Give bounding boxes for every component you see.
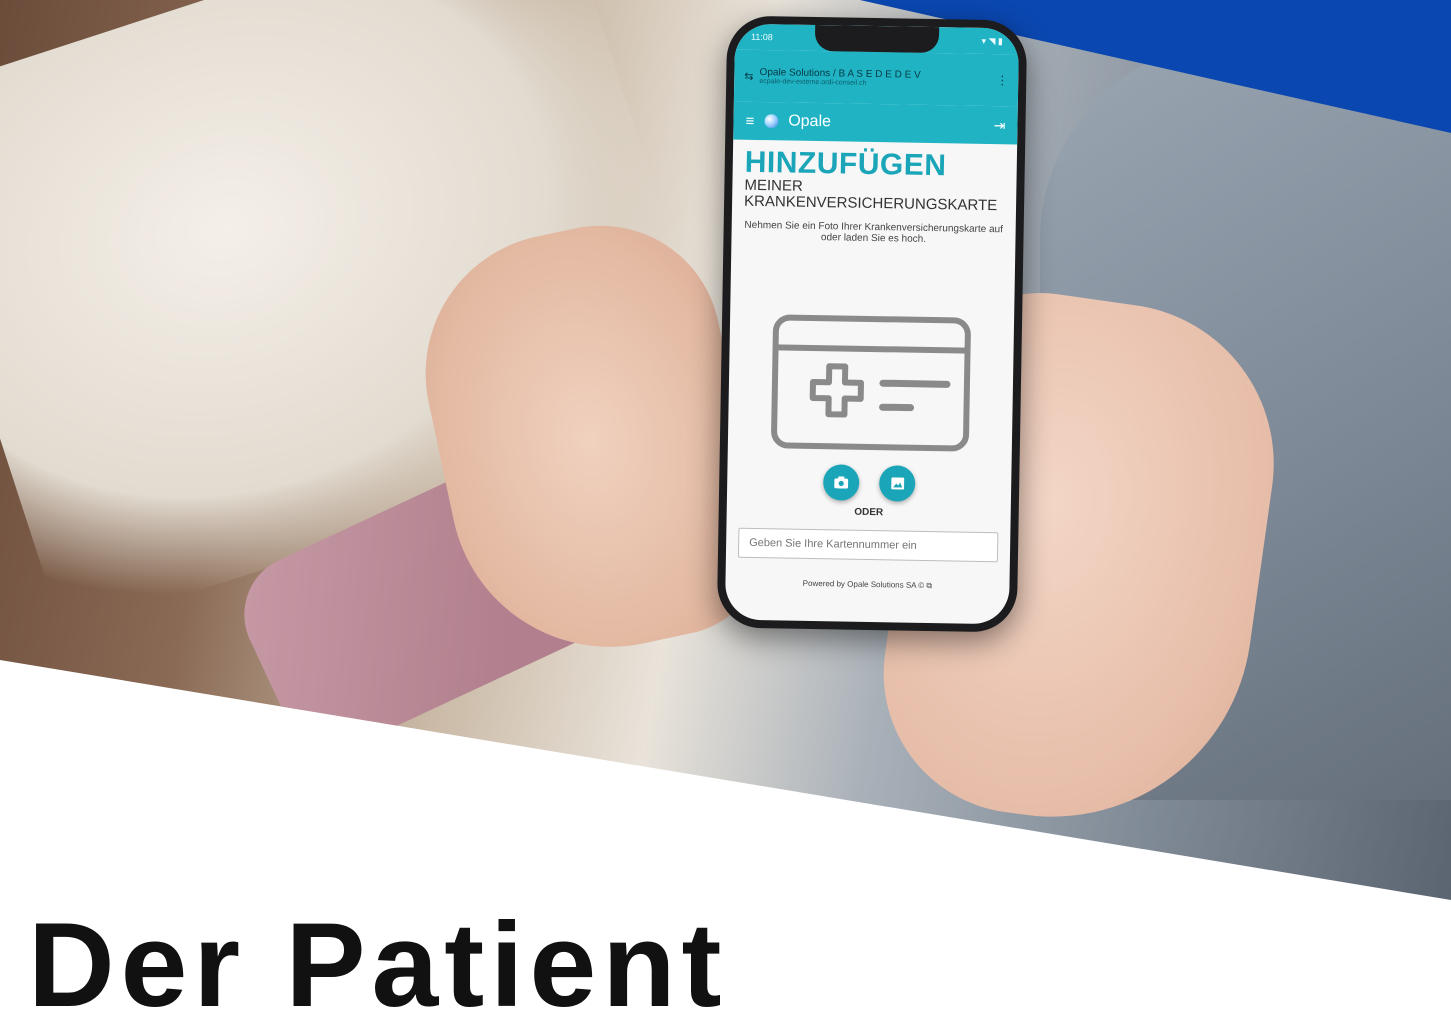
powered-by-footer: Powered by Opale Solutions SA © ⧉ bbox=[737, 577, 997, 592]
app-title: Opale bbox=[788, 113, 831, 132]
logout-icon[interactable]: ⇥ bbox=[994, 117, 1006, 134]
browser-url-bar[interactable]: ⇆ Opale Solutions / B A S E D E D E V ec… bbox=[734, 50, 1019, 107]
page-subheading-line2: KRANKENVERSICHERUNGSKARTE bbox=[744, 194, 1004, 214]
status-time: 11:08 bbox=[751, 32, 773, 42]
image-icon bbox=[891, 477, 904, 489]
status-icons: ▾ ◥ ▮ bbox=[981, 35, 1003, 46]
page-description: Nehmen Sie ein Foto Ihrer Krankenversich… bbox=[743, 219, 1003, 247]
app-bar: ≡ Opale ⇥ bbox=[733, 102, 1018, 145]
take-photo-button[interactable] bbox=[823, 464, 860, 501]
or-label: ODER bbox=[739, 504, 999, 520]
browser-menu-icon[interactable]: ⋮ bbox=[996, 73, 1008, 87]
hamburger-menu-icon[interactable]: ≡ bbox=[745, 112, 754, 129]
camera-icon bbox=[834, 476, 848, 488]
phone-notch bbox=[815, 25, 939, 53]
page-content: HINZUFÜGEN MEINER KRANKENVERSICHERUNGSKA… bbox=[725, 140, 1017, 600]
card-number-input[interactable] bbox=[738, 527, 998, 562]
phone-screen: 11:08 ▾ ◥ ▮ ⇆ Opale Solutions / B A S E … bbox=[725, 24, 1019, 625]
headline-text: Der Patient bbox=[28, 905, 728, 1025]
smartphone: 11:08 ▾ ◥ ▮ ⇆ Opale Solutions / B A S E … bbox=[717, 15, 1028, 632]
site-url: ecpale-dev-externe.ordi-conseil.ch bbox=[759, 78, 920, 88]
opale-logo bbox=[764, 114, 778, 128]
upload-image-button[interactable] bbox=[879, 465, 916, 502]
insurance-card-icon bbox=[770, 313, 972, 452]
tabs-switch-icon[interactable]: ⇆ bbox=[744, 69, 753, 82]
